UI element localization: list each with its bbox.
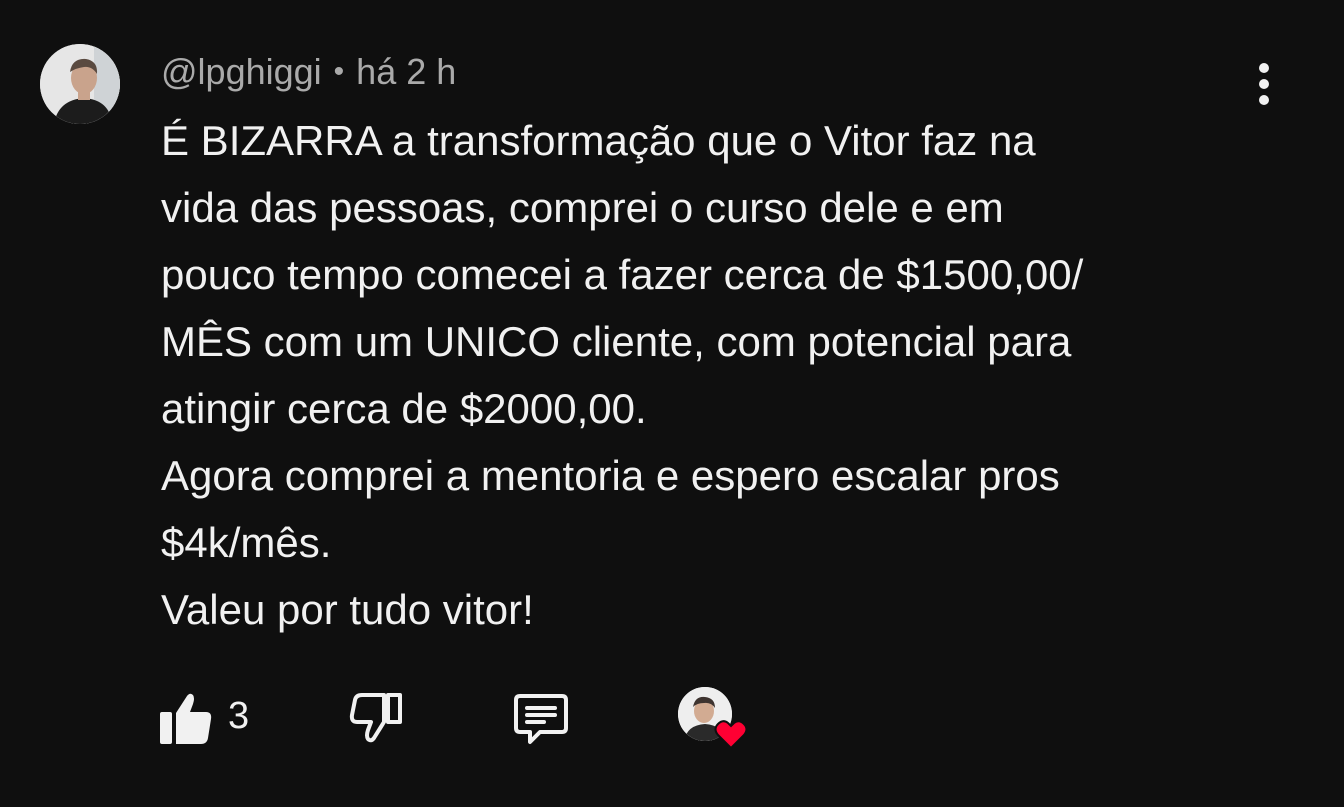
like-count: 3 (228, 695, 250, 737)
comment-body-line: É BIZARRA a transformação que o Vitor fa… (161, 117, 1036, 164)
dislike-button[interactable] (346, 688, 406, 748)
comment-body-line: MÊS com um UNICO cliente, com potencial … (161, 318, 1072, 365)
heart-icon (714, 720, 748, 749)
more-actions-button[interactable] (1244, 56, 1284, 112)
meta-separator: • (333, 55, 345, 88)
comment-reply-icon (514, 694, 568, 744)
more-vert-icon-dot (1259, 95, 1269, 105)
comment-meta: @lpghiggi • há 2 h (161, 48, 456, 96)
comment-body-line: atingir cerca de $2000,00. (161, 385, 647, 432)
comment-body: É BIZARRA a transformação que o Vitor fa… (161, 107, 1271, 643)
comment-thread: @lpghiggi • há 2 h É BIZARRA a transform… (0, 0, 1344, 807)
avatar-image (40, 44, 120, 124)
comment-timestamp: há 2 h (356, 51, 457, 92)
like-button[interactable] (156, 688, 218, 748)
reply-button[interactable] (510, 688, 572, 748)
author-handle[interactable]: @lpghiggi (161, 51, 322, 93)
more-vert-icon-dot (1259, 79, 1269, 89)
creator-heart[interactable] (678, 687, 750, 753)
comment-body-line: Valeu por tudo vitor! (161, 586, 534, 633)
comment-body-line: pouco tempo comecei a fazer cerca de $15… (161, 251, 1084, 298)
thumbs-up-icon (160, 693, 212, 744)
thumbs-down-icon (349, 693, 402, 743)
comment-body-line: $4k/mês. (161, 519, 332, 566)
comment-body-line: Agora comprei a mentoria e espero escala… (161, 452, 1060, 499)
author-avatar[interactable] (40, 44, 120, 124)
comment-action-bar: 3 (0, 680, 1344, 756)
more-vert-icon-dot (1259, 63, 1269, 73)
comment-body-line: vida das pessoas, comprei o curso dele e… (161, 184, 1004, 231)
